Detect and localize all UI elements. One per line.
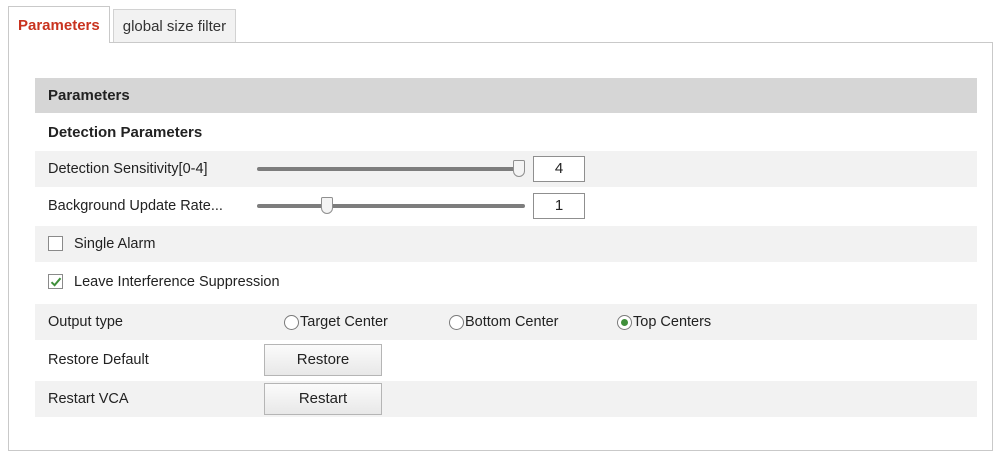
restore-default-label: Restore Default <box>48 352 149 368</box>
bottom-center-radio[interactable] <box>449 314 464 330</box>
output-type-label: Output type <box>48 314 123 330</box>
leave-interference-label: Leave Interference Suppression <box>74 274 280 290</box>
single-alarm-row: Single Alarm <box>35 226 977 262</box>
single-alarm-label: Single Alarm <box>74 236 156 252</box>
background-rate-label: Background Update Rate... <box>48 198 223 214</box>
single-alarm-checkbox[interactable] <box>48 236 63 251</box>
target-center-label: Target Center <box>300 314 388 330</box>
section-header: Parameters <box>35 78 977 113</box>
sensitivity-label: Detection Sensitivity[0-4] <box>48 161 208 177</box>
background-rate-slider-track <box>257 204 525 208</box>
leave-interference-row: Leave Interference Suppression <box>35 264 977 300</box>
tab-bar: Parameters global size filter <box>8 6 237 43</box>
sensitivity-slider[interactable] <box>257 151 525 187</box>
parameters-panel: Parameters Detection Parameters Detectio… <box>8 42 993 451</box>
output-type-row: Output type Target Center Bottom Center … <box>35 304 977 340</box>
restore-button[interactable]: Restore <box>264 344 382 376</box>
top-centers-label: Top Centers <box>633 314 712 330</box>
detection-parameters-heading: Detection Parameters <box>48 124 203 141</box>
restart-button[interactable]: Restart <box>264 383 382 415</box>
background-rate-slider-thumb[interactable] <box>321 197 333 214</box>
output-type-option-top-centers[interactable]: Top Centers <box>617 304 711 340</box>
restart-vca-row: Restart VCA Restart <box>35 381 977 417</box>
top-centers-radio[interactable] <box>617 314 632 330</box>
sensitivity-value-field[interactable]: 4 <box>533 156 585 182</box>
tab-global-size-filter[interactable]: global size filter <box>112 9 237 43</box>
background-rate-row: Background Update Rate... 1 <box>35 188 977 224</box>
detection-parameters-row: Detection Parameters <box>35 115 977 151</box>
background-rate-value-field[interactable]: 1 <box>533 193 585 219</box>
sensitivity-row: Detection Sensitivity[0-4] 4 <box>35 151 977 187</box>
sensitivity-slider-thumb[interactable] <box>513 160 525 177</box>
restore-default-row: Restore Default Restore <box>35 342 977 378</box>
sensitivity-slider-track <box>257 167 525 171</box>
output-type-option-bottom-center[interactable]: Bottom Center <box>449 304 559 340</box>
leave-interference-checkbox[interactable] <box>48 274 63 289</box>
tab-parameters[interactable]: Parameters <box>8 6 110 43</box>
target-center-radio[interactable] <box>284 314 299 330</box>
bottom-center-label: Bottom Center <box>465 314 559 330</box>
output-type-option-target-center[interactable]: Target Center <box>284 304 388 340</box>
background-rate-slider[interactable] <box>257 188 525 224</box>
restart-vca-label: Restart VCA <box>48 391 129 407</box>
